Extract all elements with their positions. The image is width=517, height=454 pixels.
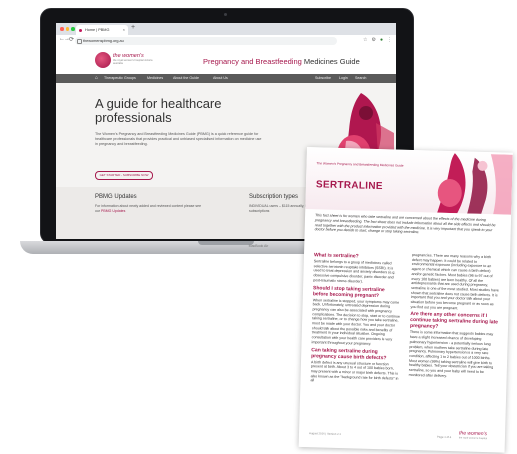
womens-logo-icon[interactable]: [95, 52, 111, 68]
url-input[interactable]: thewomenspbmg.org.au: [75, 36, 337, 45]
hero-heading: A guide for healthcare professionals: [95, 96, 222, 125]
section-paragraph: pregnancies. There are many reasons why …: [410, 252, 499, 311]
tab-title: Home | PBMG: [85, 28, 110, 32]
section-heading: Can taking sertraline during pregnancy c…: [311, 346, 387, 361]
window-controls: [60, 27, 75, 31]
site-title: Pregnancy and Breastfeeding Medicines Gu…: [203, 57, 360, 66]
close-window-button[interactable]: [60, 27, 64, 31]
fact-sheet-logo-subtext: the royal women's hospital: [458, 436, 488, 441]
nav-medicines[interactable]: Medicines: [147, 74, 163, 83]
fact-sheet-illustration: [437, 153, 513, 215]
bookmark-star-icon[interactable]: ☆: [363, 37, 367, 43]
fact-sheet-column-left: What is sertraline? Sertraline belongs t…: [310, 250, 402, 387]
profile-icon[interactable]: ●: [380, 37, 383, 43]
subscription-heading: Subscription types: [249, 194, 299, 200]
nav-about-us[interactable]: About Us: [213, 74, 228, 83]
site-title-accent: Pregnancy and Breastfeeding: [203, 57, 302, 66]
new-tab-button[interactable]: +: [131, 24, 135, 31]
sertraline-fact-sheet: The Women's Pregnancy and Breastfeeding …: [298, 147, 513, 453]
fact-sheet-intro: This fact sheet is for women who take se…: [314, 213, 496, 235]
logo-subtext: the royal women's hospital victoria aust…: [113, 59, 153, 66]
hero-description: The Women's Pregnancy and Breastfeeding …: [95, 132, 262, 146]
section-paragraph: Sertraline belongs to a group of medicin…: [313, 259, 396, 284]
nav-about-guide[interactable]: About the Guide: [173, 74, 199, 83]
site-header: the women's the royal women's hospital v…: [56, 46, 396, 74]
fact-sheet-column-right: pregnancies. There are many reasons why …: [409, 253, 500, 381]
section-paragraph: A birth defect is any unusual structure …: [310, 359, 399, 383]
section-paragraph: There is some information that suggests …: [408, 330, 494, 378]
main-nav: ⌂ Therapeutic Groups Medicines About the…: [56, 74, 396, 83]
browser-toolbar: ☆ ⚙ ● ⋮: [363, 37, 392, 43]
browser-menu-icon[interactable]: ⋮: [387, 37, 392, 43]
fact-sheet-title: SERTRALINE: [315, 179, 383, 193]
section-heading: Are there any other concerns if I contin…: [409, 311, 499, 331]
updates-text: For information about newly added and re…: [95, 204, 205, 214]
fact-sheet-page-number: Page 1 of 4: [436, 434, 452, 440]
close-tab-icon[interactable]: ×: [123, 25, 125, 35]
nav-login[interactable]: Login: [339, 74, 348, 83]
url-text: thewomenspbmg.org.au: [83, 38, 124, 43]
fact-sheet-date: August 2016 | Version 2.1: [308, 431, 342, 437]
reload-icon[interactable]: ⟳: [69, 36, 74, 43]
maximize-window-button[interactable]: [71, 27, 75, 31]
browser-tab[interactable]: Home | PBMG ×: [76, 25, 128, 35]
fact-sheet-topline: The Women's Pregnancy and Breastfeeding …: [316, 161, 404, 168]
extensions-icon[interactable]: ⚙: [371, 37, 375, 43]
favicon-icon: [79, 28, 82, 32]
nav-therapeutic-groups[interactable]: Therapeutic Groups: [104, 74, 136, 83]
site-title-rest: Medicines Guide: [301, 57, 360, 66]
minimize-window-button[interactable]: [65, 27, 69, 31]
section-paragraph: When sertraline is stopped, your symptom…: [311, 297, 401, 346]
fact-sheet-header: The Women's Pregnancy and Breastfeeding …: [305, 147, 513, 215]
subscribe-now-button[interactable]: GET STARTED - SUBSCRIBE NOW: [95, 171, 153, 180]
lock-icon: [77, 39, 82, 44]
home-icon[interactable]: ⌂: [95, 74, 98, 83]
browser-tab-strip: Home | PBMG × +: [56, 23, 396, 35]
updates-link[interactable]: PBMG Updates: [101, 209, 125, 213]
nav-subscribe[interactable]: Subscribe: [315, 74, 331, 83]
section-heading: Should I stop taking sertraline before b…: [312, 284, 385, 299]
nav-search[interactable]: Search: [355, 74, 366, 83]
webcam: [224, 13, 227, 16]
updates-heading: PBMG Updates: [95, 194, 137, 200]
